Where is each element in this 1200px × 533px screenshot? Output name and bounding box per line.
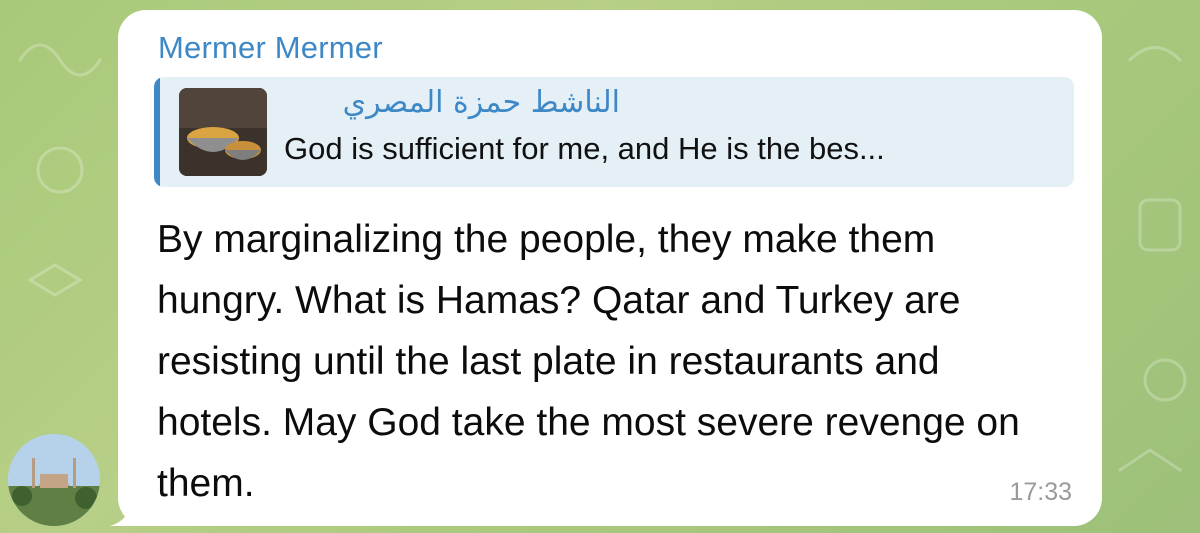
reply-preview: God is sufficient for me, and He is the … [284, 131, 885, 166]
mosque-photo-avatar-icon [8, 434, 100, 526]
message-bubble[interactable]: Mermer Mermer الناشط حمزة المصري God is … [118, 10, 1102, 526]
reply-accent-bar [154, 77, 160, 187]
reply-quote[interactable]: الناشط حمزة المصري God is sufficient for… [154, 77, 1074, 187]
reply-author: الناشط حمزة المصري [342, 85, 620, 120]
message-time: 17:33 [1009, 478, 1072, 506]
sender-name[interactable]: Mermer Mermer [158, 30, 383, 66]
reply-thumbnail [179, 88, 267, 176]
message-text: By marginalizing the people, they make t… [157, 218, 1020, 505]
food-pot-photo-icon [179, 88, 267, 176]
sender-avatar[interactable] [8, 434, 100, 526]
